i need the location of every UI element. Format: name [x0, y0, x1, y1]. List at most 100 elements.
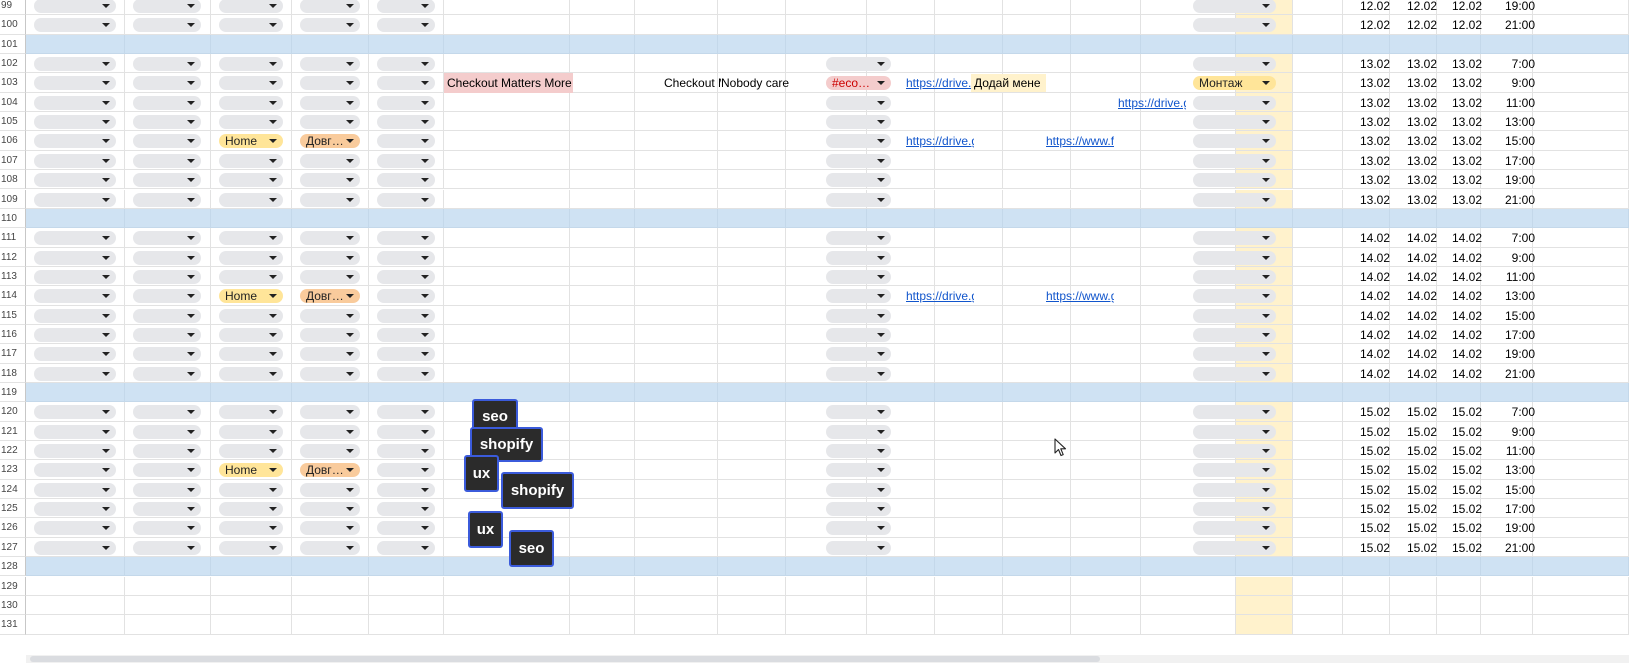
- grid-cell[interactable]: [1003, 228, 1071, 248]
- dropdown-col5[interactable]: [377, 482, 435, 497]
- grid-cell[interactable]: [786, 383, 867, 403]
- grid-cell[interactable]: [125, 595, 211, 616]
- grid-cell[interactable]: [718, 305, 786, 325]
- grid-cell[interactable]: [1293, 441, 1343, 461]
- dropdown-col3[interactable]: [219, 366, 283, 381]
- grid-cell[interactable]: [444, 363, 570, 383]
- grid-cell[interactable]: [570, 54, 635, 74]
- grid-cell[interactable]: [444, 131, 570, 151]
- dropdown-col9[interactable]: [826, 289, 891, 304]
- duration-chip[interactable]: Довг…: [300, 289, 360, 304]
- grid-cell[interactable]: [1236, 595, 1293, 616]
- dropdown-col1[interactable]: [34, 134, 116, 149]
- grid-cell[interactable]: [935, 324, 1003, 345]
- grid-cell[interactable]: [1003, 518, 1071, 538]
- grid-cell[interactable]: [211, 615, 292, 635]
- grid-cell[interactable]: [1071, 615, 1141, 635]
- grid-cell[interactable]: [635, 208, 718, 229]
- grid-cell[interactable]: [1003, 15, 1071, 35]
- grid-cell[interactable]: [935, 595, 1003, 616]
- dropdown-col4[interactable]: [300, 57, 360, 72]
- grid-cell[interactable]: [1390, 383, 1437, 403]
- dropdown-col9[interactable]: [826, 173, 891, 188]
- grid-cell[interactable]: [935, 518, 1003, 538]
- grid-cell[interactable]: [1390, 557, 1437, 577]
- grid-cell[interactable]: [1293, 15, 1343, 35]
- grid-cell[interactable]: [570, 286, 635, 306]
- grid-cell[interactable]: [635, 557, 718, 577]
- grid-cell[interactable]: [1071, 73, 1141, 93]
- dropdown-stage[interactable]: [1193, 192, 1276, 207]
- dropdown-col5[interactable]: [377, 18, 435, 33]
- grid-cell[interactable]: [1071, 363, 1141, 383]
- grid-cell[interactable]: [635, 286, 718, 306]
- dropdown-col5[interactable]: [377, 444, 435, 459]
- dropdown-col5[interactable]: [377, 463, 435, 478]
- grid-cell[interactable]: [718, 402, 786, 422]
- grid-cell[interactable]: [1293, 344, 1343, 364]
- grid-cell[interactable]: [1293, 576, 1343, 596]
- grid-cell[interactable]: [867, 0, 935, 16]
- grid-cell[interactable]: [570, 170, 635, 190]
- grid-cell[interactable]: [1533, 518, 1629, 538]
- dropdown-col4[interactable]: [300, 115, 360, 130]
- grid-cell[interactable]: [1071, 595, 1141, 616]
- tag-chip-shopify[interactable]: shopify: [501, 472, 574, 509]
- dropdown-col2[interactable]: [133, 540, 201, 555]
- grid-cell[interactable]: [570, 518, 635, 538]
- dropdown-col1[interactable]: [34, 57, 116, 72]
- dropdown-col1[interactable]: [34, 289, 116, 304]
- grid-cell[interactable]: [1533, 499, 1629, 519]
- grid-cell[interactable]: [718, 131, 786, 151]
- grid-cell[interactable]: [570, 228, 635, 248]
- grid-cell[interactable]: [444, 615, 570, 635]
- grid-cell[interactable]: [1071, 170, 1141, 190]
- grid-cell[interactable]: [1003, 363, 1071, 383]
- grid-cell[interactable]: [1003, 305, 1071, 325]
- dropdown-col1[interactable]: [34, 250, 116, 265]
- grid-cell[interactable]: [1481, 34, 1533, 55]
- grid-cell[interactable]: [570, 15, 635, 35]
- grid-cell[interactable]: [369, 208, 444, 229]
- grid-cell[interactable]: [718, 266, 786, 287]
- grid-cell[interactable]: [570, 92, 635, 113]
- grid-cell[interactable]: [1071, 537, 1141, 558]
- grid-cell[interactable]: [570, 499, 635, 519]
- row-number[interactable]: 129: [0, 576, 26, 596]
- dropdown-col2[interactable]: [133, 231, 201, 246]
- drive-link[interactable]: https://drive.g: [903, 73, 974, 93]
- grid-cell[interactable]: [1071, 54, 1141, 74]
- dropdown-col1[interactable]: [34, 540, 116, 555]
- grid-cell[interactable]: [1293, 131, 1343, 151]
- grid-cell[interactable]: [444, 34, 570, 55]
- grid-cell[interactable]: [1293, 208, 1343, 229]
- grid-cell[interactable]: [1236, 576, 1293, 596]
- dropdown-col3[interactable]: [219, 540, 283, 555]
- grid-cell[interactable]: [1533, 15, 1629, 35]
- duration-chip[interactable]: Довг…: [300, 134, 360, 149]
- dropdown-col2[interactable]: [133, 57, 201, 72]
- grid-cell[interactable]: [1343, 34, 1390, 55]
- dropdown-col1[interactable]: [34, 502, 116, 517]
- grid-cell[interactable]: [1343, 595, 1390, 616]
- grid-cell[interactable]: [1293, 92, 1343, 113]
- grid-cell[interactable]: [1293, 228, 1343, 248]
- grid-cell[interactable]: [1533, 383, 1629, 403]
- grid-cell[interactable]: [1343, 615, 1390, 635]
- grid-cell[interactable]: [444, 208, 570, 229]
- grid-cell[interactable]: [292, 208, 369, 229]
- row-number[interactable]: 117: [0, 344, 26, 364]
- grid-cell[interactable]: [570, 576, 635, 596]
- dropdown-col1[interactable]: [34, 308, 116, 323]
- grid-cell[interactable]: [1533, 537, 1629, 558]
- grid-cell[interactable]: [718, 54, 786, 74]
- grid-cell[interactable]: [1071, 0, 1141, 16]
- grid-cell[interactable]: [718, 518, 786, 538]
- row-number[interactable]: 103: [0, 73, 26, 93]
- grid-cell[interactable]: [211, 576, 292, 596]
- grid-cell[interactable]: [635, 537, 718, 558]
- grid-cell[interactable]: [718, 344, 786, 364]
- grid-cell[interactable]: [635, 499, 718, 519]
- grid-cell[interactable]: [1141, 383, 1236, 403]
- dropdown-col3[interactable]: [219, 250, 283, 265]
